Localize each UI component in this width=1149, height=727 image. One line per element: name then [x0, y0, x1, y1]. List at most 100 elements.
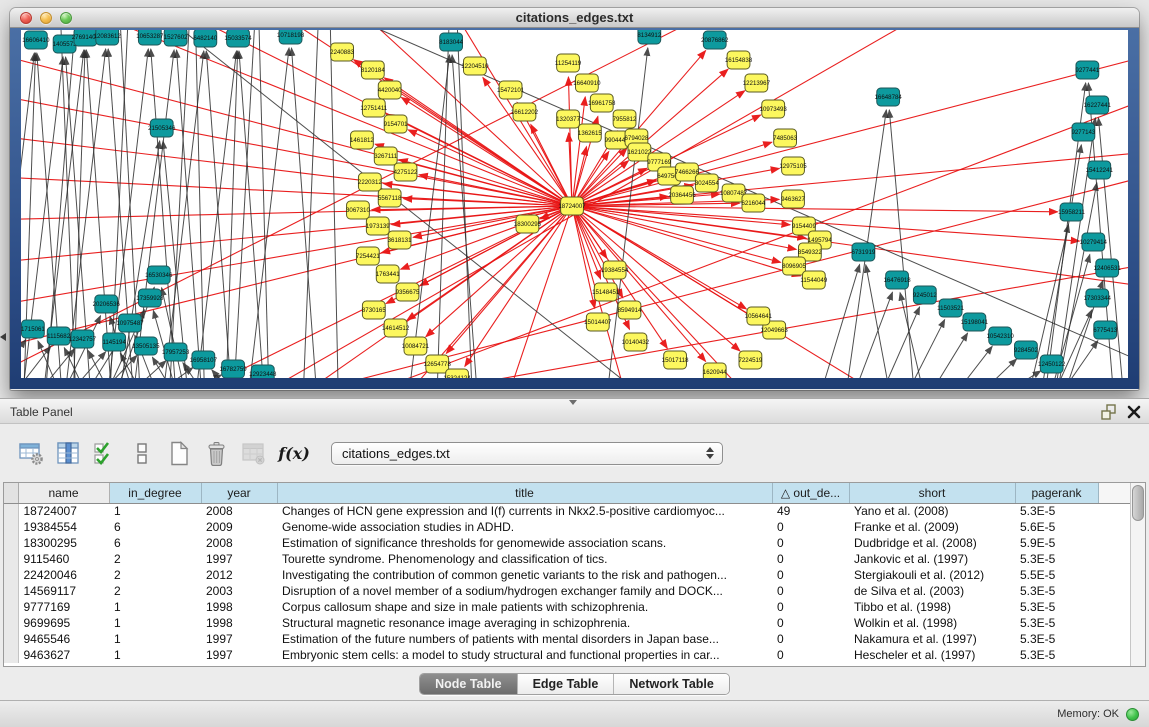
- network-window[interactable]: citations_edges.txt 18724007112541191664…: [10, 8, 1139, 390]
- table-row[interactable]: 1830029562008Estimation of significance …: [4, 535, 1132, 551]
- table-row[interactable]: 1938455462009Genome-wide association stu…: [4, 519, 1132, 535]
- table-row[interactable]: 946362711997Embryonic stem cells: a mode…: [4, 647, 1132, 663]
- zoom-window-button[interactable]: [60, 12, 72, 24]
- function-builder-button[interactable]: f(x): [277, 440, 311, 467]
- cell: 0: [772, 567, 849, 583]
- graph-node-label: 12049663: [761, 327, 789, 334]
- table-row[interactable]: 946554611997Estimation of the future num…: [4, 631, 1132, 647]
- graph-node-label: 18300295: [514, 221, 542, 228]
- table-panel-header[interactable]: Table Panel: [0, 398, 1149, 424]
- filler-cell: [1098, 631, 1132, 647]
- cell: 5.3E-5: [1015, 503, 1098, 519]
- filler-cell: [1098, 567, 1132, 583]
- graph-node-label: 16227441: [1084, 102, 1112, 109]
- table-row[interactable]: 2242004622012Investigating the contribut…: [4, 567, 1132, 583]
- graph-node-label: 8120184: [361, 67, 385, 74]
- table-selector[interactable]: citations_edges.txt: [331, 442, 723, 465]
- tab-edge-table[interactable]: Edge Table: [517, 674, 614, 694]
- memory-ok-indicator[interactable]: [1126, 708, 1139, 721]
- graph-node-label: 9284502: [1014, 347, 1038, 354]
- cell: Jankovic et al. (1997): [849, 551, 1015, 567]
- table-mode-button[interactable]: [18, 440, 45, 467]
- delete-column-button[interactable]: [203, 440, 230, 467]
- application-desktop: citations_edges.txt 18724007112541191664…: [0, 0, 1149, 398]
- graph-node-label: 7466266: [675, 169, 699, 176]
- table-tabs: Node Table Edge Table Network Table: [419, 673, 730, 695]
- graph-node-label: 15324124: [443, 375, 471, 378]
- row-gutter: [4, 647, 18, 663]
- table-row[interactable]: 977716911998Corpus callosum shape and si…: [4, 599, 1132, 615]
- cell: 49: [772, 503, 849, 519]
- show-columns-button[interactable]: [55, 440, 82, 467]
- column-header-year[interactable]: year: [201, 483, 277, 503]
- select-rows-button[interactable]: [92, 440, 119, 467]
- graph-edge: [163, 141, 187, 378]
- cell: 1997: [201, 551, 277, 567]
- graph-node-label: 12083612: [94, 33, 122, 40]
- close-window-button[interactable]: [20, 12, 32, 24]
- filler-cell: [1098, 535, 1132, 551]
- cell: 5.6E-5: [1015, 519, 1098, 535]
- filler-cell: [1098, 599, 1132, 615]
- graph-edge: [984, 359, 1016, 378]
- new-column-icon: [167, 441, 192, 466]
- scrollbar-thumb[interactable]: [1132, 485, 1144, 521]
- column-header-pagerank[interactable]: pagerank: [1015, 483, 1098, 503]
- cell: 2: [109, 583, 201, 599]
- close-panel-icon[interactable]: [1127, 405, 1141, 419]
- table-row[interactable]: 969969511998Structural magnetic resonanc…: [4, 615, 1132, 631]
- splitter-handle[interactable]: [569, 400, 577, 405]
- graph-node-label: 16961758: [588, 100, 616, 107]
- graph-edge: [21, 134, 572, 206]
- row-height-button[interactable]: [129, 440, 156, 467]
- graph-node-label: 15198041: [961, 319, 989, 326]
- graph-node-label: 3618131: [388, 237, 412, 244]
- vertical-scrollbar[interactable]: [1130, 483, 1145, 666]
- collapse-west-panel-arrow[interactable]: [0, 333, 6, 341]
- graph-node-label: 12923448: [249, 371, 277, 378]
- table-row[interactable]: 1456911722003Disruption of a novel membe…: [4, 583, 1132, 599]
- delete-table-button[interactable]: [240, 440, 267, 467]
- graph-node-label: 12975105: [779, 163, 807, 170]
- graph-edge: [234, 30, 255, 378]
- table-row[interactable]: 911546021997Tourette syndrome. Phenomeno…: [4, 551, 1132, 567]
- table-header-row: namein_degreeyeartitle△ out_de...shortpa…: [4, 483, 1132, 503]
- table-row[interactable]: 1872400712008Changes of HCN gene express…: [4, 503, 1132, 519]
- cell: Disruption of a novel member of a sodium…: [277, 583, 772, 599]
- column-header-short[interactable]: short: [849, 483, 1015, 503]
- cell: 0: [772, 647, 849, 663]
- graph-node-label: 1362615: [578, 130, 602, 137]
- create-column-button[interactable]: [166, 440, 193, 467]
- tab-node-table[interactable]: Node Table: [420, 674, 516, 694]
- cell: Embryonic stem cells: a model to study s…: [277, 647, 772, 663]
- cell: 1: [109, 631, 201, 647]
- graph-node-label: 12213967: [743, 80, 771, 87]
- filler-cell: [1098, 615, 1132, 631]
- column-header-out_de[interactable]: △ out_de...: [772, 483, 849, 503]
- attribute-table[interactable]: namein_degreeyeartitle△ out_de...shortpa…: [4, 483, 1132, 663]
- cell: 1: [109, 647, 201, 663]
- column-header-name[interactable]: name: [18, 483, 109, 503]
- row-gutter: [4, 535, 18, 551]
- graph-node-label: 3067310: [346, 207, 370, 214]
- row-gutter: [4, 631, 18, 647]
- graph-node-label: 16476918: [883, 277, 911, 284]
- graph-edge: [437, 260, 1128, 378]
- tab-network-table[interactable]: Network Table: [613, 674, 729, 694]
- cell: 2003: [201, 583, 277, 599]
- graph-node-label: 6794028: [625, 135, 649, 142]
- cell: Tibbo et al. (1998): [849, 599, 1015, 615]
- window-titlebar[interactable]: citations_edges.txt: [10, 8, 1139, 28]
- graph-node-label: 15148451: [592, 289, 620, 296]
- cell: 9699695: [18, 615, 109, 631]
- window-title: citations_edges.txt: [10, 8, 1139, 28]
- graph-node-label: 17359928: [136, 295, 164, 302]
- table-panel: Table Panel: [0, 398, 1149, 700]
- column-header-title[interactable]: title: [277, 483, 772, 503]
- network-svg[interactable]: 1872400711254119166409101696175879558129…: [21, 30, 1128, 378]
- column-header-in_degree[interactable]: in_degree: [109, 483, 201, 503]
- filler-cell: [1098, 503, 1132, 519]
- graph-node-label: 20876862: [701, 37, 729, 44]
- float-panel-icon[interactable]: [1099, 403, 1117, 421]
- minimize-window-button[interactable]: [40, 12, 52, 24]
